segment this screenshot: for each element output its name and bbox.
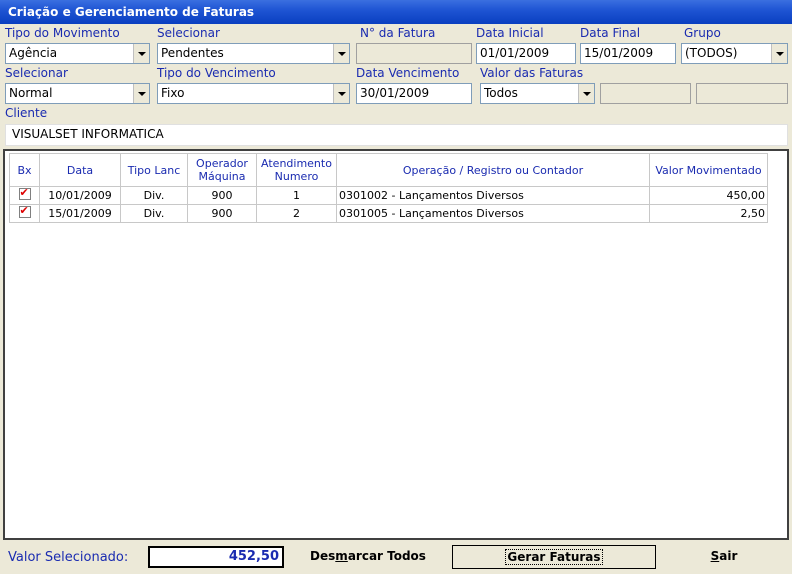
grupo-select[interactable]: (TODOS) <box>681 43 788 64</box>
chevron-down-icon[interactable] <box>133 44 149 63</box>
valor-selecionado-field: 452,50 <box>148 546 284 568</box>
row-checkbox[interactable] <box>9 204 40 223</box>
data-inicial-field[interactable]: 01/01/2009 <box>476 43 576 64</box>
cell-valor: 2,50 <box>649 204 768 223</box>
sair-label-post: air <box>719 549 738 563</box>
data-vencimento-label: Data Vencimento <box>356 66 460 80</box>
row-checkbox[interactable] <box>9 186 40 205</box>
col-data[interactable]: Data <box>39 153 121 187</box>
cell-operacao: 0301002 - Lançamentos Diversos <box>336 186 650 205</box>
col-atendimento[interactable]: Atendimento Numero <box>256 153 337 187</box>
cell-tipo: Div. <box>120 204 188 223</box>
desmarcar-label-u: m <box>335 549 348 563</box>
cell-tipo: Div. <box>120 186 188 205</box>
sair-label-u: S <box>710 549 720 563</box>
check-icon[interactable] <box>18 186 31 200</box>
cell-atendimento: 1 <box>256 186 337 205</box>
col-atendimento-line2: Numero <box>274 170 319 183</box>
table-row[interactable]: 10/01/2009 Div. 900 1 0301002 - Lançamen… <box>9 186 768 205</box>
selecionar2-value: Normal <box>9 86 53 100</box>
col-operacao[interactable]: Operação / Registro ou Contador <box>336 153 650 187</box>
check-icon[interactable] <box>18 204 31 218</box>
faturas-grid: Bx Data Tipo Lanc Operador Máquina Atendi… <box>3 149 789 540</box>
cell-operacao: 0301005 - Lançamentos Diversos <box>336 204 650 223</box>
valor-faturas-value: Todos <box>484 86 518 100</box>
faturas-table: Bx Data Tipo Lanc Operador Máquina Atendi… <box>9 153 768 223</box>
grupo-value: (TODOS) <box>685 46 738 60</box>
data-inicial-label: Data Inicial <box>476 26 544 40</box>
chevron-down-icon[interactable] <box>333 44 349 63</box>
sair-button[interactable]: Sair <box>660 546 788 568</box>
footer-bar: Valor Selecionado: 452,50 Desmarcar Todo… <box>0 544 792 574</box>
table-row[interactable]: 15/01/2009 Div. 900 2 0301005 - Lançamen… <box>9 204 768 223</box>
data-final-field[interactable]: 15/01/2009 <box>580 43 676 64</box>
data-vencimento-field[interactable]: 30/01/2009 <box>356 83 472 104</box>
chevron-down-icon[interactable] <box>578 84 594 103</box>
tipo-vencimento-select[interactable]: Fixo <box>157 83 350 104</box>
gerar-faturas-button[interactable]: Gerar Faturas <box>452 545 656 569</box>
selecionar-select[interactable]: Pendentes <box>157 43 350 64</box>
valor-min-field <box>600 83 691 104</box>
valor-faturas-label: Valor das Faturas <box>480 66 584 80</box>
chevron-down-icon[interactable] <box>771 44 787 63</box>
cliente-label: Cliente <box>5 106 48 120</box>
cell-operador: 900 <box>187 204 257 223</box>
valor-faturas-select[interactable]: Todos <box>480 83 595 104</box>
chevron-down-icon[interactable] <box>133 84 149 103</box>
selecionar-value: Pendentes <box>161 46 224 60</box>
gerar-faturas-label: Gerar Faturas <box>505 549 603 565</box>
selecionar-label: Selecionar <box>157 26 220 40</box>
col-operador-line2: Máquina <box>198 170 246 183</box>
tipo-movimento-label: Tipo do Movimento <box>5 26 120 40</box>
cliente-field[interactable]: VISUALSET INFORMATICA <box>5 124 788 146</box>
tipo-vencimento-value: Fixo <box>161 86 185 100</box>
window-title: Criação e Gerenciamento de Faturas <box>0 0 792 24</box>
desmarcar-label-post: arcar Todos <box>347 549 426 563</box>
num-fatura-field <box>356 43 472 64</box>
selecionar2-label: Selecionar <box>5 66 68 80</box>
col-valor[interactable]: Valor Movimentado <box>649 153 768 187</box>
data-final-label: Data Final <box>580 26 641 40</box>
tipo-movimento-value: Agência <box>9 46 58 60</box>
selecionar2-select[interactable]: Normal <box>5 83 150 104</box>
cell-data: 15/01/2009 <box>39 204 121 223</box>
col-operador[interactable]: Operador Máquina <box>187 153 257 187</box>
col-atendimento-line1: Atendimento <box>261 157 332 170</box>
valor-max-field <box>696 83 788 104</box>
desmarcar-todos-button[interactable]: Desmarcar Todos <box>290 546 446 568</box>
col-bx[interactable]: Bx <box>9 153 40 187</box>
col-tipo[interactable]: Tipo Lanc <box>120 153 188 187</box>
desmarcar-label-pre: Des <box>310 549 336 563</box>
valor-selecionado-label: Valor Selecionado: <box>8 550 129 565</box>
chevron-down-icon[interactable] <box>333 84 349 103</box>
col-operador-line1: Operador <box>196 157 248 170</box>
tipo-vencimento-label: Tipo do Vencimento <box>157 66 276 80</box>
cell-atendimento: 2 <box>256 204 337 223</box>
num-fatura-label: N° da Fatura <box>360 26 436 40</box>
cell-operador: 900 <box>187 186 257 205</box>
grupo-label: Grupo <box>684 26 721 40</box>
tipo-movimento-select[interactable]: Agência <box>5 43 150 64</box>
cell-valor: 450,00 <box>649 186 768 205</box>
cell-data: 10/01/2009 <box>39 186 121 205</box>
